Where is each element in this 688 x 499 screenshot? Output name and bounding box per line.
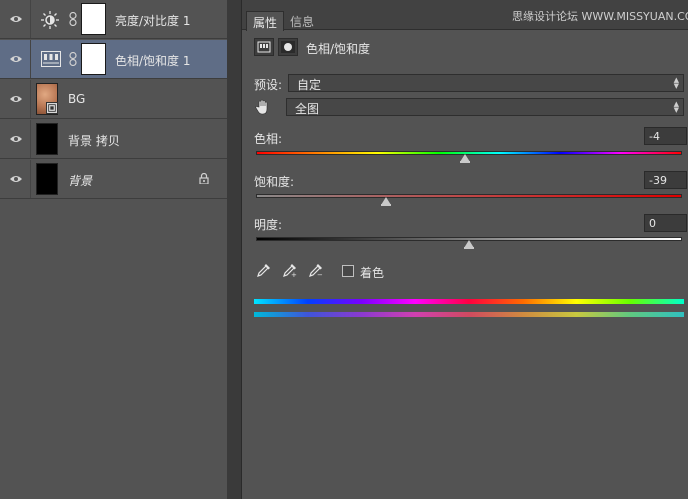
tab-info[interactable]: 信息 xyxy=(284,11,320,30)
hue-saturation-icon xyxy=(41,51,61,67)
watermark: 思缘设计论坛 WWW.MISSYUAN.COM xyxy=(512,10,688,23)
eyedropper-minus-icon[interactable]: − xyxy=(308,262,324,278)
layer-mask-thumbnail[interactable] xyxy=(81,43,106,75)
layers-panel: 亮度/对比度 1 色相/饱和度 1 BG 背景 拷贝 背景 xyxy=(0,0,228,499)
properties-header: 色相/饱和度 xyxy=(242,31,688,65)
hand-tool-icon[interactable] xyxy=(254,98,272,116)
source-color-bar xyxy=(254,299,684,304)
svg-text:−: − xyxy=(317,271,323,278)
lightness-label: 明度: xyxy=(254,218,283,232)
panel-divider[interactable] xyxy=(228,0,242,499)
layer-thumbnail[interactable] xyxy=(36,123,58,155)
link-chain-icon[interactable] xyxy=(69,52,77,66)
colorize-checkbox[interactable] xyxy=(342,265,354,277)
properties-panel: 属性 信息 思缘设计论坛 WWW.MISSYUAN.COM 色相/饱和度 预设:… xyxy=(242,0,688,499)
lightness-slider-thumb[interactable] xyxy=(464,240,474,249)
eye-icon[interactable] xyxy=(10,175,22,183)
adjustment-icon-button[interactable] xyxy=(254,38,274,56)
saturation-value-input[interactable]: -39 xyxy=(644,171,687,189)
svg-text:+: + xyxy=(291,271,297,278)
hue-saturation-icon xyxy=(257,41,271,53)
layer-row-background-copy[interactable]: 背景 拷贝 xyxy=(0,120,227,159)
lock-icon xyxy=(199,173,209,184)
mask-icon xyxy=(281,41,295,53)
eye-icon[interactable] xyxy=(10,55,22,63)
layer-name: 背景 xyxy=(68,174,93,188)
result-color-bar[interactable] xyxy=(254,312,684,317)
visibility-column xyxy=(0,160,31,198)
mask-icon-button[interactable] xyxy=(278,38,298,56)
visibility-column xyxy=(0,0,31,38)
eyedropper-plus-icon[interactable]: + xyxy=(282,262,298,278)
colorize-label: 着色 xyxy=(360,266,385,280)
layer-row-brightness-contrast[interactable]: 亮度/对比度 1 xyxy=(0,0,227,39)
visibility-column xyxy=(0,40,31,78)
eye-icon[interactable] xyxy=(10,135,22,143)
layer-mask-thumbnail[interactable] xyxy=(81,3,106,35)
layer-row-bg[interactable]: BG xyxy=(0,80,227,119)
layer-name: 色相/饱和度 1 xyxy=(115,54,191,68)
visibility-column xyxy=(0,120,31,158)
eyedropper-icon[interactable] xyxy=(256,262,272,278)
layer-name: BG xyxy=(68,92,86,106)
properties-title: 色相/饱和度 xyxy=(306,42,371,56)
link-chain-icon[interactable] xyxy=(69,12,77,26)
eye-icon[interactable] xyxy=(10,15,22,23)
channel-value: 全图 xyxy=(295,102,320,116)
saturation-slider-thumb[interactable] xyxy=(380,197,391,206)
layer-name: 亮度/对比度 1 xyxy=(115,14,191,28)
channel-select[interactable]: 全图 ▲ ▼ xyxy=(286,98,684,116)
layer-row-background[interactable]: 背景 xyxy=(0,160,227,199)
preset-value: 自定 xyxy=(297,78,322,92)
smart-object-icon xyxy=(46,102,58,114)
visibility-column xyxy=(0,80,31,118)
preset-select[interactable]: 自定 ▲ ▼ xyxy=(288,74,684,92)
preset-label: 预设: xyxy=(254,78,283,92)
saturation-label: 饱和度: xyxy=(254,175,295,189)
panel-tab-bar: 属性 信息 思缘设计论坛 WWW.MISSYUAN.COM xyxy=(242,0,688,31)
chevron-updown-icon: ▲ ▼ xyxy=(673,76,679,90)
saturation-slider-track[interactable] xyxy=(256,194,682,198)
layer-thumbnail[interactable] xyxy=(36,163,58,195)
tab-properties[interactable]: 属性 xyxy=(246,11,285,31)
hue-slider-thumb[interactable] xyxy=(459,154,470,163)
layer-name: 背景 拷贝 xyxy=(68,134,120,148)
eye-icon[interactable] xyxy=(10,95,22,103)
chevron-updown-icon: ▲ ▼ xyxy=(673,100,679,114)
brightness-sun-icon xyxy=(41,11,59,29)
hue-value-input[interactable]: -4 xyxy=(644,127,687,145)
lightness-value-input[interactable]: 0 xyxy=(644,214,687,232)
layer-row-hue-saturation[interactable]: 色相/饱和度 1 xyxy=(0,40,227,79)
hue-label: 色相: xyxy=(254,132,283,146)
